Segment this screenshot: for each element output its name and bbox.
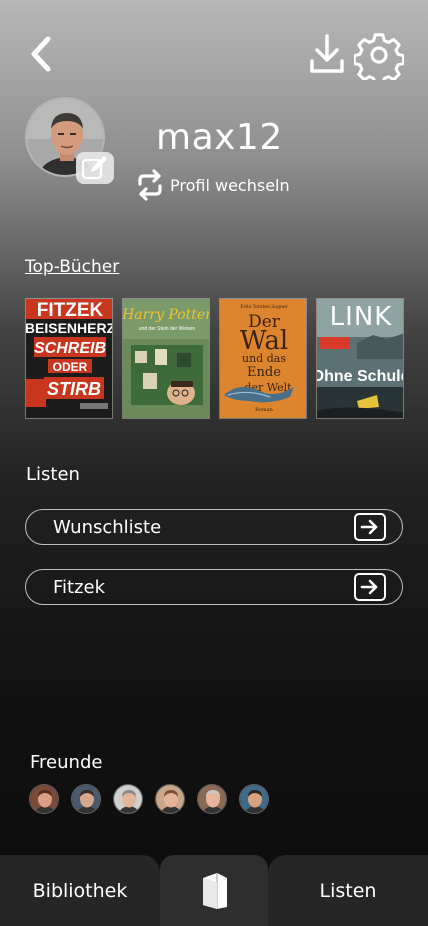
gear-icon: [352, 33, 406, 86]
avatar-image: [198, 785, 226, 813]
avatar-image: [114, 785, 142, 813]
settings-button[interactable]: [352, 30, 406, 86]
avatar-image: [156, 785, 184, 813]
book-cover-2[interactable]: Harry Potter und der Stein der Weisen: [122, 298, 210, 419]
tab-listen[interactable]: Listen: [268, 855, 428, 926]
tab-bibliothek[interactable]: Bibliothek: [0, 855, 160, 926]
repeat-icon: [138, 169, 162, 201]
back-button[interactable]: [26, 34, 60, 74]
lists-heading: Listen: [26, 464, 80, 485]
friend-avatar[interactable]: [197, 784, 227, 814]
tab-book[interactable]: [160, 855, 268, 926]
arrow-right-box-icon: [354, 573, 386, 601]
book-cover-image: FITZEK BEISENHERZ SCHREIB ODER STIRB: [26, 299, 113, 418]
download-button[interactable]: [308, 33, 346, 75]
book-4-title: LINK: [330, 302, 393, 332]
username: max12: [156, 117, 283, 158]
book-4-subtitle: Ohne Schuld: [317, 368, 404, 385]
friend-avatar[interactable]: [29, 784, 59, 814]
book-cover-4[interactable]: LINK Ohne Schuld: [316, 298, 404, 419]
book-icon: [203, 872, 227, 909]
list-item-wunschliste[interactable]: Wunschliste: [25, 509, 403, 545]
book-1-line-4: ODER: [53, 360, 88, 374]
list-item-fitzek[interactable]: Fitzek: [25, 569, 403, 605]
friend-avatar[interactable]: [239, 784, 269, 814]
book-1-line-3: SCHREIB: [34, 340, 106, 357]
top-books-link[interactable]: Top-Bücher: [25, 257, 119, 277]
friends-heading: Freunde: [30, 752, 103, 773]
avatar-image: [240, 785, 268, 813]
friend-avatar[interactable]: [155, 784, 185, 814]
book-2-title: Harry Potter: [123, 307, 210, 323]
book-1-line-1: FITZEK: [37, 300, 104, 321]
list-item-label: Wunschliste: [53, 517, 162, 538]
book-3-author: Fritz Torsten Sogner: [240, 304, 288, 310]
friend-avatar[interactable]: [113, 784, 143, 814]
switch-profile-label: Profil wechseln: [170, 175, 290, 195]
edit-icon: [81, 156, 108, 180]
book-1-line-2: BEISENHERZ: [26, 320, 113, 336]
edit-profile-button[interactable]: [76, 152, 114, 184]
avatar-image: [72, 785, 100, 813]
switch-profile-button[interactable]: Profil wechseln: [136, 169, 290, 201]
svg-text:Roman: Roman: [255, 407, 273, 413]
avatar-image: [30, 785, 58, 813]
chevron-left-icon: [31, 36, 51, 72]
book-3-line-3: und das: [242, 352, 286, 365]
list-item-label: Fitzek: [53, 577, 106, 598]
arrow-right-box-icon: [354, 513, 386, 541]
book-cover-3[interactable]: Fritz Torsten Sogner Der Wal und das End…: [219, 298, 307, 419]
friend-avatar[interactable]: [71, 784, 101, 814]
book-cover-1[interactable]: FITZEK BEISENHERZ SCHREIB ODER STIRB: [25, 298, 113, 419]
book-cover-image: LINK Ohne Schuld: [317, 299, 404, 418]
tab-bar: Bibliothek Listen: [0, 855, 428, 926]
book-cover-image: Fritz Torsten Sogner Der Wal und das End…: [220, 299, 306, 418]
book-1-line-5: STIRB: [47, 379, 101, 399]
book-3-line-4: Ende: [247, 365, 281, 380]
book-2-subtitle: und der Stein der Weisen: [139, 326, 196, 332]
book-cover-image: Harry Potter und der Stein der Weisen: [123, 299, 210, 418]
download-icon: [310, 34, 344, 73]
